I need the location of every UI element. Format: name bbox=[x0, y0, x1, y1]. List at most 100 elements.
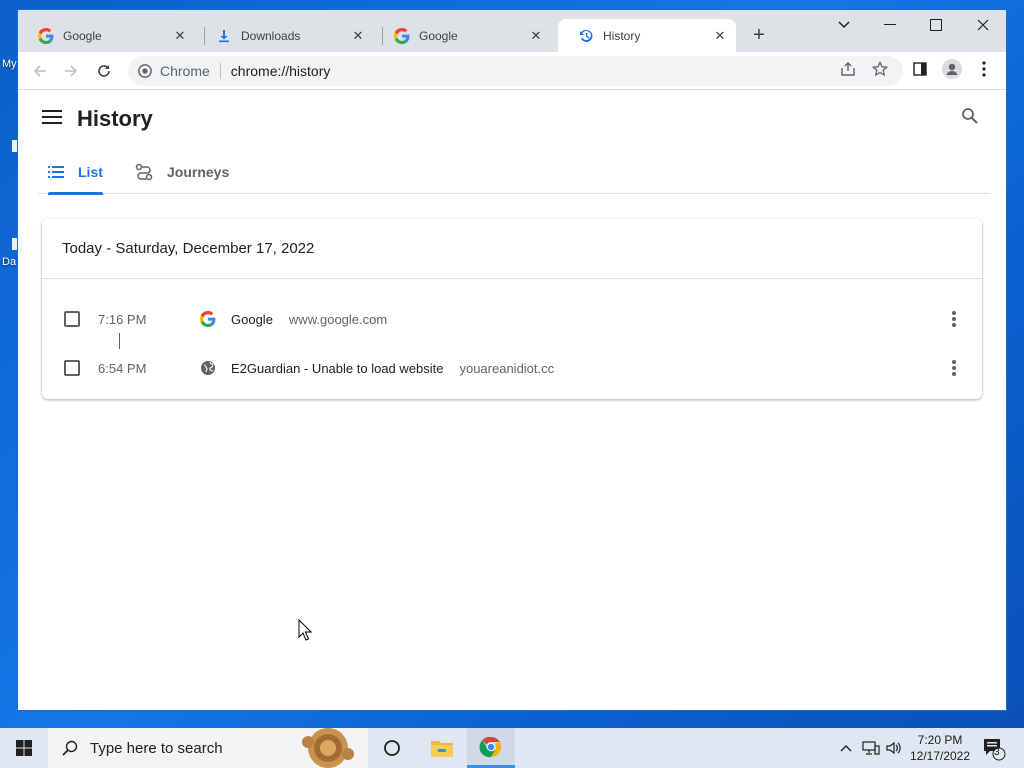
notification-center-button[interactable]: 3 bbox=[978, 728, 1008, 768]
chrome-chip: Chrome bbox=[160, 63, 210, 79]
taskbar-search-box[interactable]: Type here to search bbox=[48, 728, 368, 768]
omnibox-divider bbox=[219, 63, 221, 79]
history-tabs: List Journeys bbox=[38, 150, 990, 195]
tab-title: Google bbox=[419, 28, 458, 43]
hamburger-menu-icon[interactable] bbox=[42, 110, 62, 126]
close-tab-icon[interactable]: ✕ bbox=[712, 28, 728, 44]
star-icon bbox=[872, 61, 888, 77]
page-title: History bbox=[77, 106, 153, 131]
clock-time: 7:20 PM bbox=[917, 733, 963, 747]
network-icon bbox=[862, 741, 880, 755]
speaker-icon bbox=[886, 741, 901, 755]
day-header: Today - Saturday, December 17, 2022 bbox=[42, 219, 982, 279]
history-entry[interactable]: 6:54 PM E2Guardian - Unable to load webs… bbox=[42, 348, 982, 388]
tab-strip: Google ✕ Downloads ✕ Google ✕ History ✕ … bbox=[18, 10, 1006, 52]
search-icon bbox=[962, 108, 978, 124]
reload-button[interactable] bbox=[92, 59, 116, 83]
browser-toolbar: Chrome chrome://history bbox=[18, 52, 1006, 90]
new-tab-button[interactable]: + bbox=[748, 24, 770, 46]
volume-button[interactable] bbox=[884, 728, 904, 768]
tab-label: Journeys bbox=[167, 164, 230, 180]
entry-link[interactable]: E2Guardian - Unable to load website youar… bbox=[231, 361, 554, 376]
taskbar-clock[interactable]: 7:20 PM 12/17/2022 bbox=[905, 732, 975, 764]
history-entry[interactable]: 7:16 PM Google www.google.com bbox=[42, 299, 982, 339]
chrome-taskbar-button[interactable] bbox=[467, 728, 515, 768]
entry-title: Google bbox=[231, 311, 273, 327]
minimize-button[interactable] bbox=[867, 10, 913, 40]
cortana-circle-icon bbox=[384, 740, 400, 756]
timeline-connector bbox=[119, 333, 120, 349]
search-history-button[interactable] bbox=[961, 107, 981, 127]
chrome-logo-icon bbox=[138, 64, 152, 78]
tab-google-2[interactable]: Google ✕ bbox=[374, 19, 552, 52]
tab-title: Downloads bbox=[241, 28, 301, 43]
tab-title: Google bbox=[63, 28, 102, 43]
entry-domain: www.google.com bbox=[288, 311, 388, 327]
network-button[interactable] bbox=[860, 728, 882, 768]
chevron-up-icon bbox=[840, 745, 852, 752]
close-window-button[interactable] bbox=[960, 10, 1006, 40]
menu-button[interactable] bbox=[974, 59, 994, 79]
google-g-icon bbox=[200, 311, 216, 327]
tab-list[interactable]: List bbox=[48, 150, 103, 195]
tab-downloads[interactable]: Downloads ✕ bbox=[196, 19, 374, 52]
google-g-icon bbox=[394, 27, 410, 44]
entry-checkbox[interactable] bbox=[64, 360, 80, 376]
back-button[interactable] bbox=[28, 59, 52, 83]
reload-icon bbox=[98, 65, 110, 77]
close-tab-icon[interactable]: ✕ bbox=[528, 28, 544, 44]
share-icon bbox=[841, 62, 855, 76]
google-g-icon bbox=[38, 27, 54, 44]
windows-logo-icon bbox=[16, 740, 32, 756]
avatar-icon bbox=[942, 59, 962, 79]
entry-domain: youareanidiot.cc bbox=[459, 360, 555, 376]
minimize-icon bbox=[884, 24, 896, 25]
close-tab-icon[interactable]: ✕ bbox=[350, 28, 366, 44]
entry-link[interactable]: Google www.google.com bbox=[231, 312, 387, 327]
forward-button[interactable] bbox=[59, 59, 83, 83]
url-text[interactable]: chrome://history bbox=[231, 63, 331, 79]
tab-label: List bbox=[78, 164, 103, 180]
bookmark-button[interactable] bbox=[870, 59, 890, 79]
history-page: History List Journeys Today - Saturday, … bbox=[18, 90, 1006, 710]
history-day-card: Today - Saturday, December 17, 2022 7:16… bbox=[42, 219, 982, 399]
search-highlight-image-icon[interactable] bbox=[296, 728, 360, 768]
address-bar[interactable]: Chrome chrome://history bbox=[128, 56, 903, 86]
entry-title: E2Guardian - Unable to load website bbox=[231, 360, 444, 376]
notification-icon bbox=[984, 739, 1006, 761]
start-button[interactable] bbox=[0, 728, 48, 768]
tab-google-1[interactable]: Google ✕ bbox=[18, 19, 196, 52]
desktop-icon-label-da[interactable]: Da bbox=[2, 256, 16, 268]
entry-more-actions-icon[interactable] bbox=[947, 358, 961, 378]
mouse-cursor-icon bbox=[298, 619, 312, 641]
taskbar: Type here to search 7:20 PM 12/17/2022 3 bbox=[0, 728, 1024, 768]
show-hidden-icons-button[interactable] bbox=[836, 728, 856, 768]
maximize-icon bbox=[930, 19, 942, 31]
entry-time: 7:16 PM bbox=[98, 311, 147, 327]
desktop-icon-label-my[interactable]: My bbox=[2, 58, 17, 70]
tab-search-button[interactable] bbox=[821, 10, 867, 40]
download-icon bbox=[219, 29, 229, 42]
entry-checkbox[interactable] bbox=[64, 311, 80, 327]
kebab-menu-icon bbox=[982, 61, 986, 77]
list-icon bbox=[48, 166, 64, 178]
cortana-button[interactable] bbox=[368, 728, 416, 768]
close-tab-icon[interactable]: ✕ bbox=[172, 28, 188, 44]
share-button[interactable] bbox=[838, 59, 858, 79]
tab-journeys[interactable]: Journeys bbox=[135, 150, 229, 194]
search-placeholder: Type here to search bbox=[90, 739, 223, 757]
entry-more-actions-icon[interactable] bbox=[947, 309, 961, 329]
file-explorer-button[interactable] bbox=[418, 728, 466, 768]
profile-button[interactable] bbox=[942, 59, 962, 79]
maximize-button[interactable] bbox=[913, 10, 959, 40]
entry-time: 6:54 PM bbox=[98, 360, 147, 376]
history-clock-icon bbox=[580, 29, 593, 42]
chrome-logo-icon bbox=[479, 736, 502, 757]
side-panel-button[interactable] bbox=[910, 59, 930, 79]
notification-count-badge: 3 bbox=[994, 747, 1000, 758]
tab-history[interactable]: History ✕ bbox=[558, 19, 736, 52]
clock-date: 12/17/2022 bbox=[909, 749, 971, 763]
close-icon bbox=[977, 19, 989, 31]
globe-icon bbox=[201, 361, 215, 375]
search-icon bbox=[62, 740, 78, 756]
